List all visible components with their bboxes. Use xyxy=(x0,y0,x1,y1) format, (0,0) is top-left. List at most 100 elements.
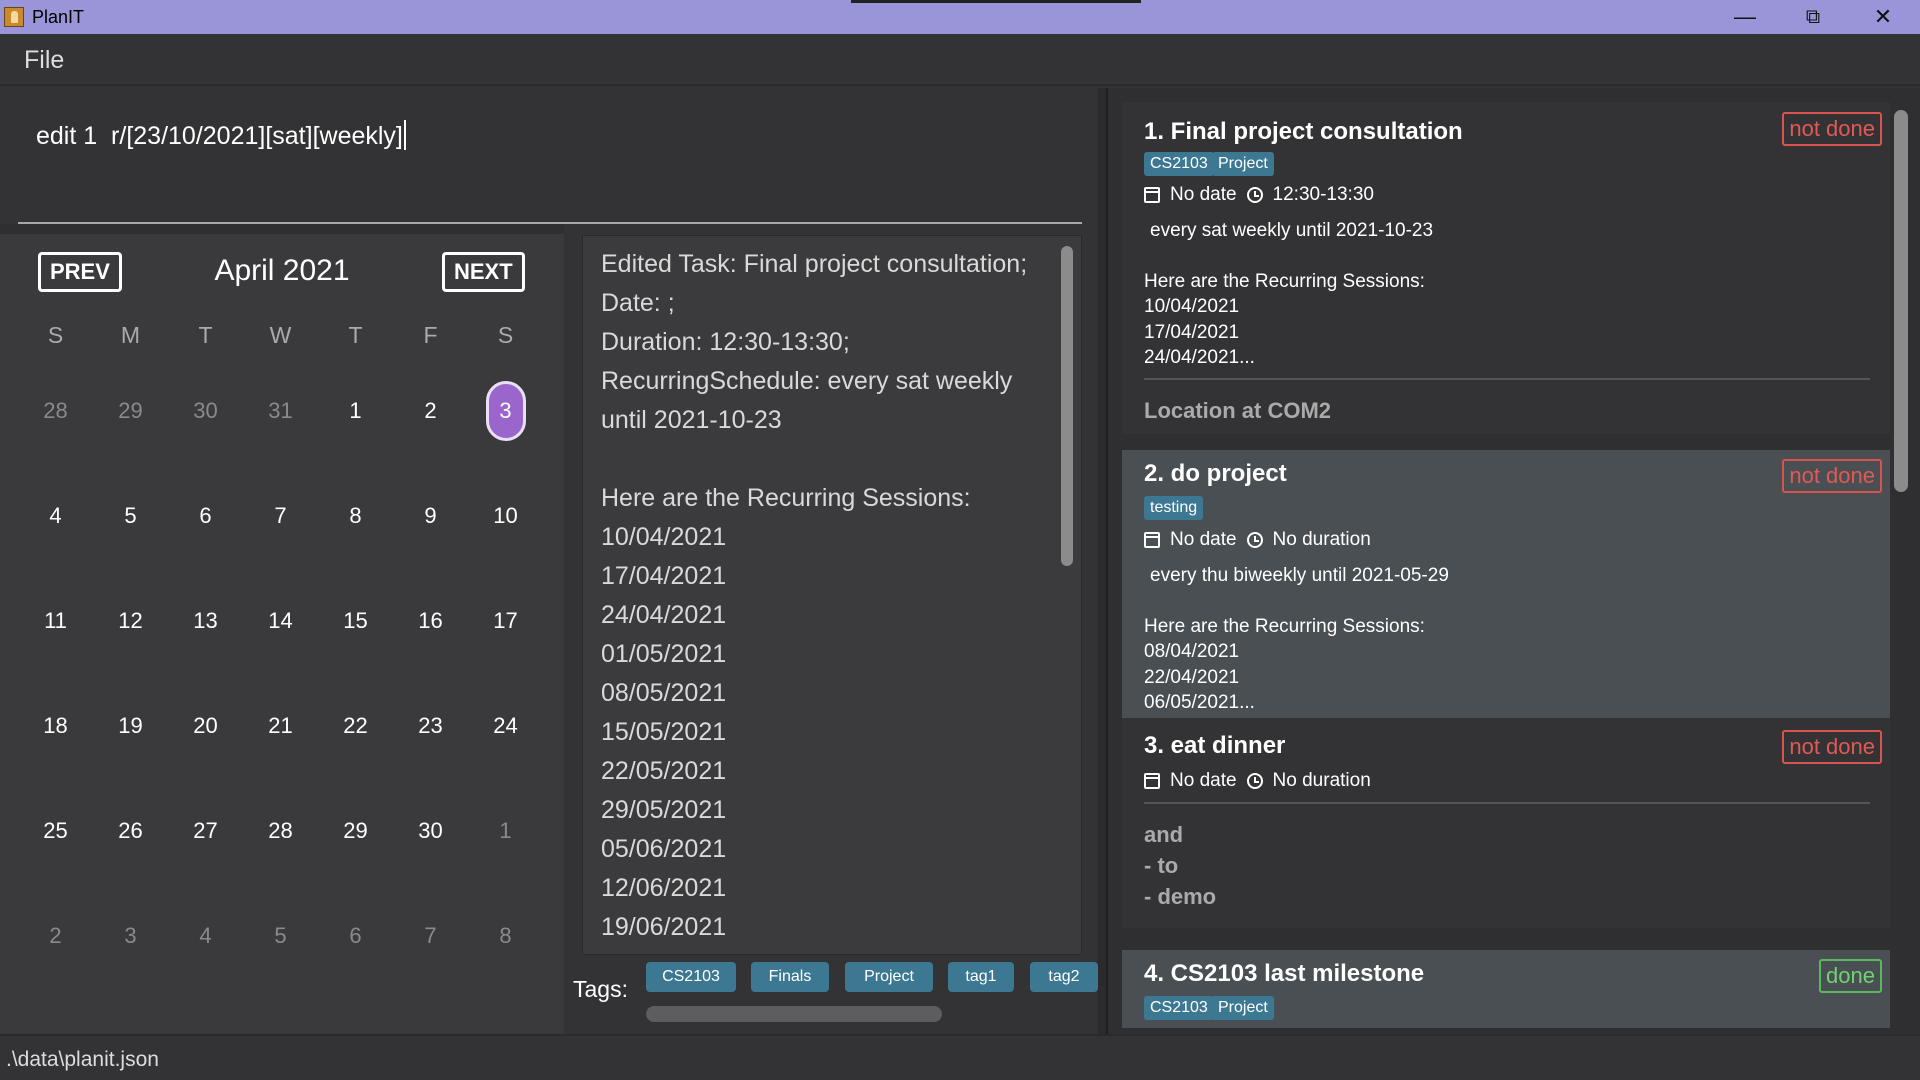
calendar-day[interactable]: 1 xyxy=(318,398,393,424)
calendar-day[interactable]: 16 xyxy=(393,608,468,634)
close-button[interactable]: ✕ xyxy=(1848,0,1918,34)
main-left-pane: edit 1 r/[23/10/2021][sat][weekly] PREV … xyxy=(0,88,1098,1034)
calendar-day[interactable]: 5 xyxy=(93,503,168,529)
result-line: Edited Task: Final project consultation; xyxy=(601,250,1028,278)
task-list[interactable]: 1. Final project consultation not done C… xyxy=(1106,88,1920,1034)
task-title: 3. eat dinner xyxy=(1144,732,1286,759)
result-scrollbar[interactable] xyxy=(1061,246,1073,566)
tag-chip[interactable]: Finals xyxy=(751,962,829,992)
app-icon xyxy=(4,7,24,27)
task-list-scrollbar[interactable] xyxy=(1894,110,1908,492)
task-card[interactable]: 2. do project not done testing No date N… xyxy=(1122,450,1890,718)
weekday-label: T xyxy=(348,321,363,348)
menu-bar: File xyxy=(0,34,1920,86)
tag-chip[interactable]: CS2103 xyxy=(646,962,736,992)
task-title: 2. do project xyxy=(1144,460,1287,487)
task-tag: testing xyxy=(1144,496,1204,520)
calendar-day[interactable]: 2 xyxy=(18,923,93,949)
clock-icon xyxy=(1246,773,1263,789)
task-list-pane: 1. Final project consultation not done C… xyxy=(1098,88,1920,1034)
title-drag-strip xyxy=(851,0,1141,3)
task-card[interactable]: 3. eat dinner not done No date No durati… xyxy=(1122,718,1890,928)
calendar-day[interactable]: 13 xyxy=(168,608,243,634)
calendar-day[interactable]: 4 xyxy=(168,923,243,949)
calendar-day[interactable]: 28 xyxy=(243,818,318,844)
task-session: 22/04/2021 xyxy=(1144,667,1240,688)
calendar-day[interactable]: 30 xyxy=(393,818,468,844)
task-description: Location at COM2 xyxy=(1144,398,1332,423)
restore-button[interactable]: ⧉ xyxy=(1778,0,1848,34)
task-divider xyxy=(1144,378,1870,380)
calendar-day[interactable]: 7 xyxy=(393,923,468,949)
calendar-day[interactable]: 12 xyxy=(93,608,168,634)
calendar-day[interactable]: 11 xyxy=(18,608,93,634)
command-input[interactable]: edit 1 r/[23/10/2021][sat][weekly] xyxy=(36,120,406,151)
result-line: 01/05/2021 xyxy=(601,640,727,668)
menu-file[interactable]: File xyxy=(24,46,64,75)
weekday-label: S xyxy=(497,321,514,348)
task-recurring: every sat weekly until 2021-10-23 xyxy=(1150,220,1434,241)
tag-chip[interactable]: tag2 xyxy=(1030,962,1098,992)
calendar-day[interactable]: 29 xyxy=(318,818,393,844)
calendar-day[interactable]: 1 xyxy=(468,818,543,844)
result-line: 05/06/2021 xyxy=(601,835,727,863)
calendar-day[interactable]: 30 xyxy=(168,398,243,424)
calendar-day[interactable]: 20 xyxy=(168,713,243,739)
calendar-day[interactable]: 21 xyxy=(243,713,318,739)
calendar-day[interactable]: 27 xyxy=(168,818,243,844)
task-sessions-header: Here are the Recurring Sessions: xyxy=(1144,271,1425,292)
status-bar: .\data\planit.json xyxy=(0,1034,1920,1080)
text-caret xyxy=(403,120,406,150)
calendar-day[interactable]: 10 xyxy=(468,503,543,529)
data-file-path: .\data\planit.json xyxy=(6,1048,159,1071)
result-display[interactable]: Edited Task: Final project consultation;… xyxy=(582,235,1082,955)
task-card[interactable]: 1. Final project consultation not done C… xyxy=(1122,102,1890,434)
task-status-badge: not done xyxy=(1782,112,1882,146)
calendar-day[interactable]: 15 xyxy=(318,608,393,634)
calendar-day[interactable]: 14 xyxy=(243,608,318,634)
calendar-day-selected[interactable]: 3 xyxy=(468,380,543,441)
minimize-button[interactable]: — xyxy=(1710,0,1780,34)
result-line: 17/04/2021 xyxy=(601,562,727,590)
calendar-day[interactable]: 25 xyxy=(18,818,93,844)
tags-scrollbar[interactable] xyxy=(646,1006,942,1022)
calendar-weekday-row: S M T W T F S xyxy=(18,312,546,358)
task-status-badge: not done xyxy=(1782,730,1882,764)
command-box[interactable]: edit 1 r/[23/10/2021][sat][weekly] xyxy=(18,100,1082,224)
task-session: 06/05/2021... xyxy=(1144,692,1255,713)
tag-chip[interactable]: tag1 xyxy=(948,962,1014,992)
result-line: Here are the Recurring Sessions: xyxy=(601,484,971,512)
task-tag: Project xyxy=(1212,152,1274,176)
calendar-day[interactable]: 29 xyxy=(93,398,168,424)
calendar-day[interactable]: 23 xyxy=(393,713,468,739)
calendar-day[interactable]: 5 xyxy=(243,923,318,949)
calendar-day[interactable]: 31 xyxy=(243,398,318,424)
calendar-day[interactable]: 7 xyxy=(243,503,318,529)
calendar-day[interactable]: 6 xyxy=(168,503,243,529)
calendar-day[interactable]: 19 xyxy=(93,713,168,739)
tag-chip[interactable]: Project xyxy=(845,962,933,992)
calendar-day[interactable]: 28 xyxy=(18,398,93,424)
calendar-week-row: 25 26 27 28 29 30 1 xyxy=(18,778,546,883)
calendar-day[interactable]: 3 xyxy=(93,923,168,949)
result-line: 19/06/2021 xyxy=(601,913,727,941)
calendar-day[interactable]: 6 xyxy=(318,923,393,949)
task-card[interactable]: 4. CS2103 last milestone done CS2103 Pro… xyxy=(1122,950,1890,1028)
result-line: 15/05/2021 xyxy=(601,718,727,746)
calendar-day[interactable]: 9 xyxy=(393,503,468,529)
result-line: 10/04/2021 xyxy=(601,523,727,551)
calendar-day[interactable]: 22 xyxy=(318,713,393,739)
calendar-day[interactable]: 8 xyxy=(468,923,543,949)
calendar-day[interactable]: 8 xyxy=(318,503,393,529)
calendar-day[interactable]: 2 xyxy=(393,398,468,424)
clock-icon xyxy=(1246,187,1263,203)
calendar-day[interactable]: 24 xyxy=(468,713,543,739)
calendar-day[interactable]: 18 xyxy=(18,713,93,739)
calendar-day[interactable]: 4 xyxy=(18,503,93,529)
calendar-day[interactable]: 26 xyxy=(93,818,168,844)
calendar-day[interactable]: 17 xyxy=(468,608,543,634)
calendar-icon xyxy=(1144,532,1160,548)
result-line: Date: ; xyxy=(601,289,675,317)
calendar-next-button[interactable]: NEXT xyxy=(442,252,525,292)
task-session: 10/04/2021 xyxy=(1144,296,1240,317)
